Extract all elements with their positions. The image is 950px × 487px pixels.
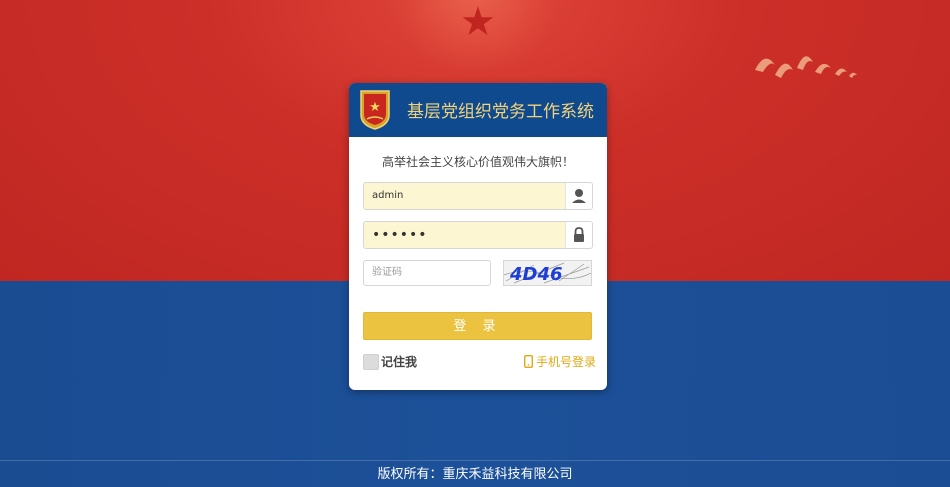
mobile-phone-icon bbox=[524, 355, 533, 368]
doves-decoration-icon bbox=[755, 56, 857, 78]
lock-icon bbox=[565, 222, 592, 248]
captcha-image[interactable]: 4D46 bbox=[503, 260, 592, 286]
password-field[interactable]: •••••• bbox=[363, 221, 593, 249]
copyright-footer: 版权所有：重庆禾益科技有限公司 bbox=[377, 467, 573, 482]
login-header: ★ 基层党组织党务工作系统 bbox=[349, 83, 607, 137]
star-icon: ★ bbox=[460, 0, 496, 45]
password-input[interactable]: •••••• bbox=[364, 222, 566, 248]
login-button[interactable]: 登 录 bbox=[363, 312, 592, 340]
username-field[interactable]: admin bbox=[363, 182, 593, 210]
captcha-input[interactable]: 验证码 bbox=[363, 260, 491, 286]
slogan-text: 高举社会主义核心价值观伟大旗帜！ bbox=[381, 155, 574, 169]
login-card: ★ 基层党组织党务工作系统 高举社会主义核心价值观伟大旗帜！ admin •••… bbox=[349, 83, 607, 390]
svg-text:★: ★ bbox=[369, 100, 381, 115]
user-icon bbox=[565, 183, 592, 209]
remember-checkbox[interactable] bbox=[363, 354, 379, 370]
party-emblem-icon: ★ bbox=[360, 90, 390, 130]
captcha-text: 4D46 bbox=[509, 264, 563, 285]
remember-label: 记住我 bbox=[381, 355, 418, 369]
username-input[interactable]: admin bbox=[364, 183, 566, 209]
app-title: 基层党组织党务工作系统 bbox=[407, 102, 594, 122]
footer-divider bbox=[0, 460, 950, 461]
mobile-login-label: 手机号登录 bbox=[536, 355, 597, 369]
